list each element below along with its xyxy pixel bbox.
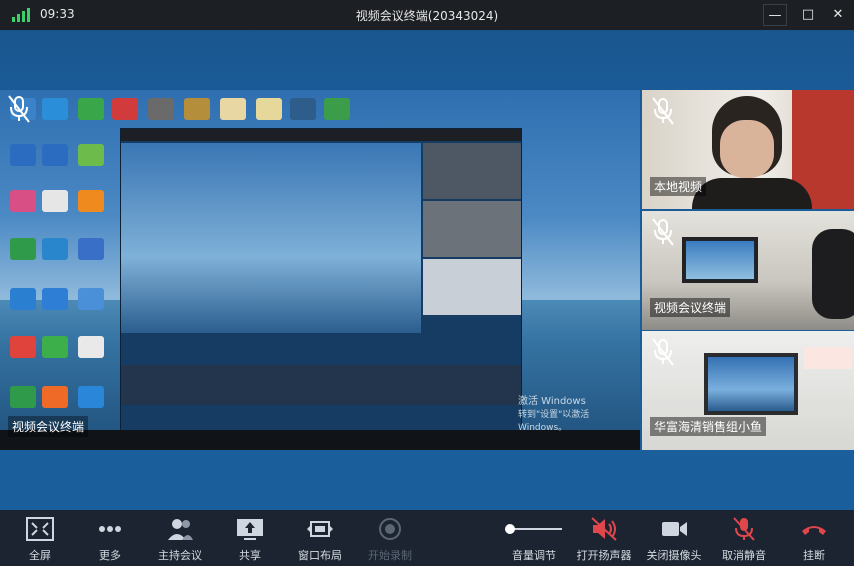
participant-face bbox=[720, 120, 774, 178]
tile-label: 本地视频 bbox=[650, 177, 707, 196]
mic-muted-icon bbox=[733, 517, 755, 541]
speaker-button[interactable]: 打开扬声器 bbox=[572, 510, 636, 566]
main-video[interactable]: 激活 Windows 转到"设置"以激活 Windows。 视频会议终端 bbox=[0, 90, 640, 450]
tile-label: 华富海清销售组小鱼 bbox=[650, 417, 767, 436]
main-video-label: 视频会议终端 bbox=[8, 416, 89, 437]
mic-muted-icon bbox=[652, 338, 674, 366]
more-dots-icon bbox=[99, 526, 121, 532]
window-title: 视频会议终端(20343024) bbox=[355, 9, 499, 23]
hangup-phone-icon bbox=[802, 526, 826, 535]
share-screen-icon bbox=[237, 519, 263, 540]
volume-label: 音量调节 bbox=[512, 549, 556, 562]
windows-taskbar bbox=[0, 430, 640, 450]
bottom-toolbar: 全屏 更多 主持会议 共享 窗口布局 开始录制 音量调节 打开扬声器 关闭摄像头… bbox=[0, 510, 854, 566]
fullscreen-button[interactable]: 全屏 bbox=[10, 510, 70, 566]
fullscreen-icon bbox=[26, 517, 54, 541]
mic-muted-icon bbox=[8, 95, 30, 123]
nested-tile bbox=[423, 143, 521, 199]
record-button[interactable]: 开始录制 bbox=[360, 510, 420, 566]
nested-main-video bbox=[121, 143, 421, 333]
title-bar: 09:33 视频会议终端(20343024) — □ ✕ bbox=[0, 0, 854, 30]
volume-slider-icon bbox=[505, 524, 562, 534]
layout-icon bbox=[307, 521, 333, 537]
speaker-muted-icon bbox=[591, 517, 617, 541]
app-window: 09:33 视频会议终端(20343024) — □ ✕ 激活 Windows … bbox=[0, 0, 854, 566]
record-icon bbox=[379, 518, 401, 540]
activate-windows-watermark: 激活 Windows 转到"设置"以激活 Windows。 bbox=[518, 396, 590, 433]
nested-title-bar bbox=[121, 129, 521, 141]
camera-button[interactable]: 关闭摄像头 bbox=[642, 510, 706, 566]
participant-body bbox=[812, 229, 854, 319]
camera-label: 关闭摄像头 bbox=[646, 549, 702, 562]
layout-button[interactable]: 窗口布局 bbox=[290, 510, 350, 566]
nested-tile bbox=[423, 259, 521, 315]
unmute-button[interactable]: 取消静音 bbox=[712, 510, 776, 566]
layout-label: 窗口布局 bbox=[298, 549, 342, 562]
monitor-content bbox=[686, 241, 754, 279]
unmute-label: 取消静音 bbox=[722, 549, 766, 562]
host-meeting-button[interactable]: 主持会议 bbox=[150, 510, 210, 566]
record-label: 开始录制 bbox=[368, 549, 412, 562]
hangup-button[interactable]: 挂断 bbox=[784, 510, 844, 566]
video-tile-remote[interactable]: 华富海清销售组小鱼 bbox=[642, 331, 854, 450]
wall-poster bbox=[804, 347, 852, 369]
volume-slider[interactable]: 音量调节 bbox=[500, 510, 568, 566]
speaker-label: 打开扬声器 bbox=[576, 549, 632, 562]
more-button[interactable]: 更多 bbox=[80, 510, 140, 566]
video-tile-terminal[interactable]: 视频会议终端 bbox=[642, 211, 854, 330]
nested-toolbar bbox=[121, 365, 521, 405]
monitor-content bbox=[708, 357, 794, 411]
camera-icon bbox=[662, 522, 687, 536]
nested-tile bbox=[423, 201, 521, 257]
tile-label: 视频会议终端 bbox=[650, 298, 731, 317]
people-icon bbox=[168, 519, 193, 540]
maximize-button[interactable]: □ bbox=[796, 4, 820, 26]
host-meeting-label: 主持会议 bbox=[158, 549, 202, 562]
nested-conference-window bbox=[120, 128, 522, 438]
participant-body bbox=[692, 178, 812, 209]
share-button[interactable]: 共享 bbox=[220, 510, 280, 566]
more-label: 更多 bbox=[99, 549, 121, 562]
mic-muted-icon bbox=[652, 218, 674, 246]
video-tile-local[interactable]: 本地视频 bbox=[642, 90, 854, 209]
mic-muted-icon bbox=[652, 97, 674, 125]
close-button[interactable]: ✕ bbox=[826, 4, 850, 26]
fullscreen-label: 全屏 bbox=[29, 549, 51, 562]
minimize-button[interactable]: — bbox=[763, 4, 787, 26]
share-label: 共享 bbox=[239, 549, 261, 562]
hangup-label: 挂断 bbox=[803, 549, 825, 562]
